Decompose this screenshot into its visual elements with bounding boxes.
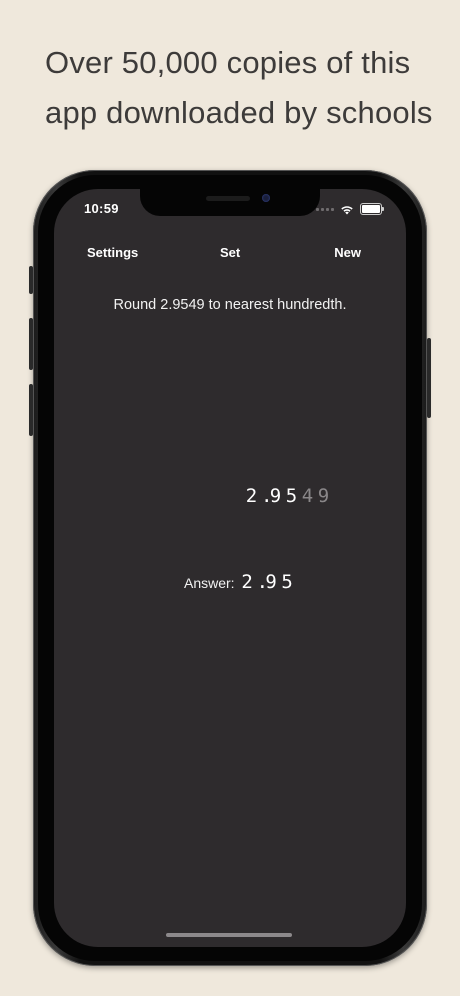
power-button bbox=[427, 338, 431, 418]
answer-label: Answer: bbox=[184, 575, 235, 591]
home-indicator[interactable] bbox=[166, 933, 292, 937]
new-button[interactable]: New bbox=[334, 245, 361, 260]
nav-bar: Settings Set New bbox=[54, 245, 406, 265]
battery-fill bbox=[362, 205, 380, 213]
headline-line-2: app downloaded by schools bbox=[45, 95, 433, 130]
headline: Over 50,000 copies of this app downloade… bbox=[45, 38, 455, 138]
status-icons bbox=[316, 203, 384, 215]
answer-row: Answer: 2 . 9 5 bbox=[184, 571, 297, 593]
front-camera bbox=[262, 194, 270, 202]
answer-digit: 9 bbox=[265, 571, 280, 593]
status-time: 10:59 bbox=[84, 201, 119, 216]
kept-digit: 2 bbox=[245, 485, 261, 507]
answer-digit: 5 bbox=[281, 571, 296, 593]
working-digits: 2 . 9 5 4 9 bbox=[245, 485, 333, 507]
answer-digit: . bbox=[256, 571, 272, 593]
question-text: Round 2.9549 to nearest hundredth. bbox=[113, 297, 347, 313]
speaker-grille bbox=[206, 196, 250, 201]
answer-value: 2 . 9 5 bbox=[241, 571, 297, 593]
app-screen: 10:59 Settings Set New Round 2.9549 to n… bbox=[54, 189, 406, 947]
kept-digit: 5 bbox=[285, 485, 301, 507]
mute-switch bbox=[29, 266, 33, 294]
wifi-icon bbox=[341, 205, 353, 214]
battery-icon bbox=[360, 203, 384, 215]
volume-up-button bbox=[29, 318, 33, 370]
answer-digit: 2 bbox=[241, 571, 256, 593]
dropped-digit: 4 bbox=[301, 485, 317, 507]
volume-down-button bbox=[29, 384, 33, 436]
notch bbox=[140, 189, 320, 216]
headline-line-1: Over 50,000 copies of this bbox=[45, 45, 411, 80]
kept-digit: . bbox=[261, 485, 276, 507]
settings-button[interactable]: Settings bbox=[87, 245, 138, 260]
dropped-digit: 9 bbox=[317, 485, 333, 507]
signal-icon bbox=[316, 207, 334, 211]
kept-digit: 9 bbox=[269, 485, 285, 507]
set-button[interactable]: Set bbox=[220, 245, 240, 260]
